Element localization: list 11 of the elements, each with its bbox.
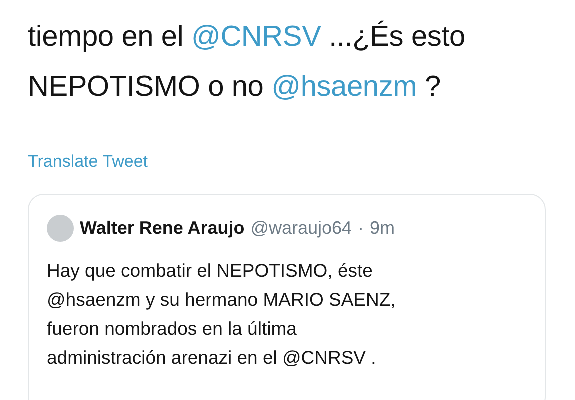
quoted-tweet-card[interactable]: Walter Rene Araujo @waraujo64 · 9m Hay que combatir el NEPOTISMO, éste @hsaenzm y su hermano MARIO SAENZ, fueron nombrados en la última administración arenazi en el @CNRSV . [28,194,546,400]
tweet-text: tiempo en el @CNRSV ...¿És esto NEPOTISMO o no @hsaenzm ? [28,20,466,105]
quoted-tweet-text: Hay que combatir el NEPOTISMO, éste @hsaenzm y su hermano MARIO SAENZ, fueron nombrados en la última administración arenazi en el @CNRSV . [47,259,397,370]
avatar [47,215,74,242]
translate-tweet-link[interactable]: Translate Tweet [28,152,148,172]
author-name: Walter Rene Araujo [80,218,245,239]
author-handle: @waraujo64 [250,218,352,239]
timestamp: 9m [370,218,396,239]
mention-link[interactable]: @hsaenzm [272,71,418,103]
mention-link[interactable]: @CNRSV [191,21,322,53]
separator-dot: · [358,218,364,239]
